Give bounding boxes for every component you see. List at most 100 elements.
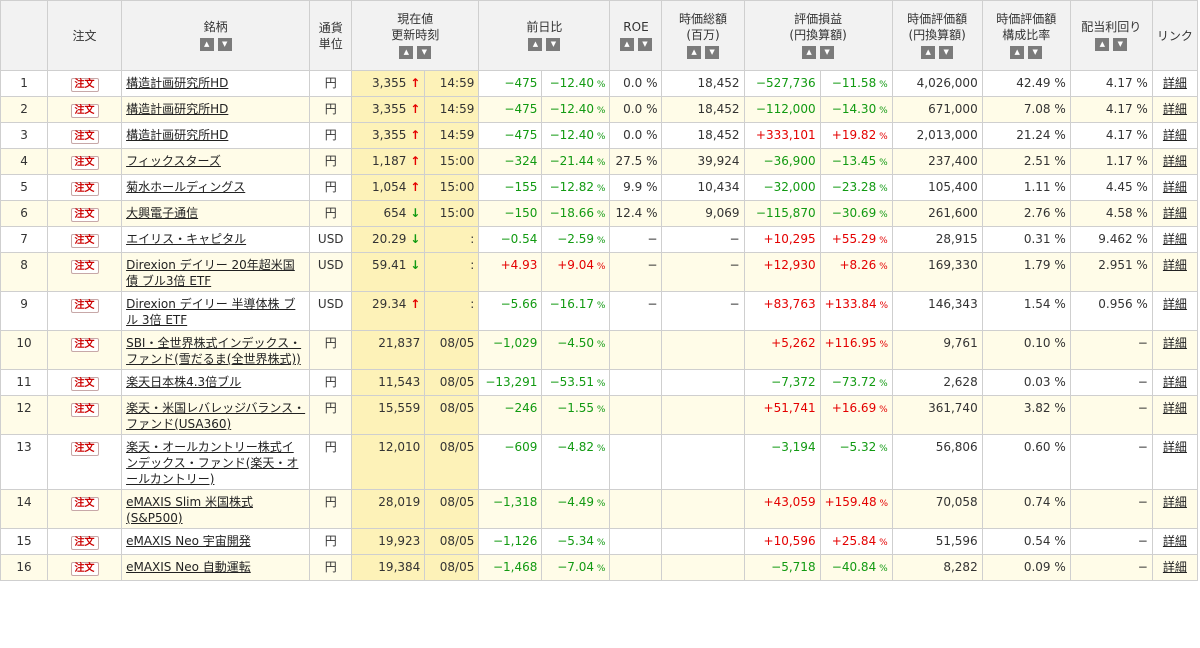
order-button[interactable]: 注文 [70,299,99,313]
detail-link[interactable]: 詳細 [1163,495,1187,509]
security-name-cell: 楽天・米国レバレッジバランス・ファンド(USA360) [121,395,311,435]
pl-cell: +12,930 [743,252,821,292]
security-name-link[interactable]: eMAXIS Slim 米国株式(S&P500) [126,495,253,525]
sort-desc-icon[interactable]: ▼ [1028,46,1043,59]
currency-cell: 円 [309,148,353,175]
detail-link[interactable]: 詳細 [1163,336,1187,350]
detail-link[interactable]: 詳細 [1163,560,1187,574]
order-button[interactable]: 注文 [70,182,99,196]
order-button[interactable]: 注文 [70,536,99,550]
header-link: リンク [1151,0,1199,71]
security-name-link[interactable]: フィックスターズ [126,154,221,168]
security-name-link[interactable]: 楽天日本株4.3倍ブル [126,375,241,389]
sort-desc-icon[interactable]: ▼ [217,38,232,51]
currency-cell: 円 [309,96,353,123]
change-cell: −0.54 [478,226,543,253]
sort-asc-icon[interactable]: ▲ [921,46,936,59]
pl-pct-cell: +116.95 % [819,330,893,370]
order-button[interactable]: 注文 [70,260,99,274]
order-button[interactable]: 注文 [70,208,99,222]
order-button[interactable]: 注文 [70,377,99,391]
trend-arrow-icon: ↓ [410,258,421,272]
order-button[interactable]: 注文 [70,78,99,92]
price-cell: 28,019 [351,489,426,529]
table-row: 3 注文 構造計画研究所HD 円 3,355 ↑ 14:59 −475 −12.… [0,122,1199,149]
dividend-cell: − [1069,528,1153,555]
row-number: 3 [0,122,49,149]
sort-asc-icon[interactable]: ▲ [399,46,414,59]
security-name-link[interactable]: eMAXIS Neo 宇宙開発 [126,534,251,548]
pl-cell: +43,059 [743,489,821,529]
security-name-link[interactable]: Direxion デイリー 半導体株 ブル 3倍 ETF [126,297,295,327]
order-button[interactable]: 注文 [70,562,99,576]
roe-cell: − [609,226,663,253]
dividend-cell: − [1069,330,1153,370]
value-cell: 70,058 [891,489,983,529]
detail-link[interactable]: 詳細 [1163,534,1187,548]
detail-link[interactable]: 詳細 [1163,440,1187,454]
change-pct-cell: −4.49 % [541,489,611,529]
table-row: 1 注文 構造計画研究所HD 円 3,355 ↑ 14:59 −475 −12.… [0,70,1199,97]
security-name-link[interactable]: 楽天・米国レバレッジバランス・ファンド(USA360) [126,401,305,431]
sort-desc-icon[interactable]: ▼ [637,38,652,51]
security-name-link[interactable]: 構造計画研究所HD [126,102,228,116]
sort-desc-icon[interactable]: ▼ [705,46,720,59]
sort-desc-icon[interactable]: ▼ [939,46,954,59]
detail-link[interactable]: 詳細 [1163,206,1187,220]
update-time-cell: 15:00 [424,148,480,175]
sort-desc-icon[interactable]: ▼ [820,46,835,59]
detail-link[interactable]: 詳細 [1163,232,1187,246]
ratio-cell: 2.76 % [981,200,1071,227]
order-button[interactable]: 注文 [70,156,99,170]
sort-asc-icon[interactable]: ▲ [802,46,817,59]
detail-link[interactable]: 詳細 [1163,375,1187,389]
order-button[interactable]: 注文 [70,234,99,248]
link-cell: 詳細 [1151,122,1199,149]
security-name-link[interactable]: 大興電子通信 [126,206,198,220]
sort-asc-icon[interactable]: ▲ [528,38,543,51]
row-number: 9 [0,291,49,331]
order-button[interactable]: 注文 [70,338,99,352]
security-name-link[interactable]: Direxion デイリー 20年超米国債 ブル3倍 ETF [126,258,295,288]
sort-asc-icon[interactable]: ▲ [687,46,702,59]
order-button[interactable]: 注文 [70,403,99,417]
security-name-link[interactable]: 構造計画研究所HD [126,76,228,90]
security-name-link[interactable]: SBI・全世界株式インデックス・ファンド(雪だるま(全世界株式)) [126,336,301,366]
detail-link[interactable]: 詳細 [1163,401,1187,415]
table-row: 2 注文 構造計画研究所HD 円 3,355 ↑ 14:59 −475 −12.… [0,96,1199,123]
order-button[interactable]: 注文 [70,442,99,456]
ratio-cell: 7.08 % [981,96,1071,123]
order-button[interactable]: 注文 [70,104,99,118]
sort-asc-icon[interactable]: ▲ [619,38,634,51]
sort-asc-icon[interactable]: ▲ [1095,38,1110,51]
order-button[interactable]: 注文 [70,130,99,144]
sort-desc-icon[interactable]: ▼ [1113,38,1128,51]
sort-asc-icon[interactable]: ▲ [1010,46,1025,59]
detail-link[interactable]: 詳細 [1163,102,1187,116]
security-name-link[interactable]: エイリス・キャピタル [126,232,246,246]
sort-asc-icon[interactable]: ▲ [199,38,214,51]
roe-cell [609,489,663,529]
order-button[interactable]: 注文 [70,497,99,511]
pl-pct-cell: +19.82 % [819,122,893,149]
security-name-link[interactable]: 菊水ホールディングス [126,180,245,194]
header-change: 前日比 ▲ ▼ [478,0,611,71]
sort-desc-icon[interactable]: ▼ [546,38,561,51]
trend-arrow-icon: ↑ [410,76,421,90]
detail-link[interactable]: 詳細 [1163,258,1187,272]
update-time-cell: 08/05 [424,489,480,529]
detail-link[interactable]: 詳細 [1163,297,1187,311]
security-name-link[interactable]: 楽天・オールカントリー株式インデックス・ファンド(楽天・オールカントリー) [126,440,298,486]
security-name-cell: 構造計画研究所HD [121,122,311,149]
sort-desc-icon[interactable]: ▼ [417,46,432,59]
security-name-link[interactable]: eMAXIS Neo 自動運転 [126,560,251,574]
detail-link[interactable]: 詳細 [1163,128,1187,142]
detail-link[interactable]: 詳細 [1163,180,1187,194]
pl-pct-cell: −30.69 % [819,200,893,227]
link-cell: 詳細 [1151,174,1199,201]
security-name-link[interactable]: 構造計画研究所HD [126,128,228,142]
update-time-cell: 14:59 [424,96,480,123]
detail-link[interactable]: 詳細 [1163,76,1187,90]
link-cell: 詳細 [1151,200,1199,227]
detail-link[interactable]: 詳細 [1163,154,1187,168]
